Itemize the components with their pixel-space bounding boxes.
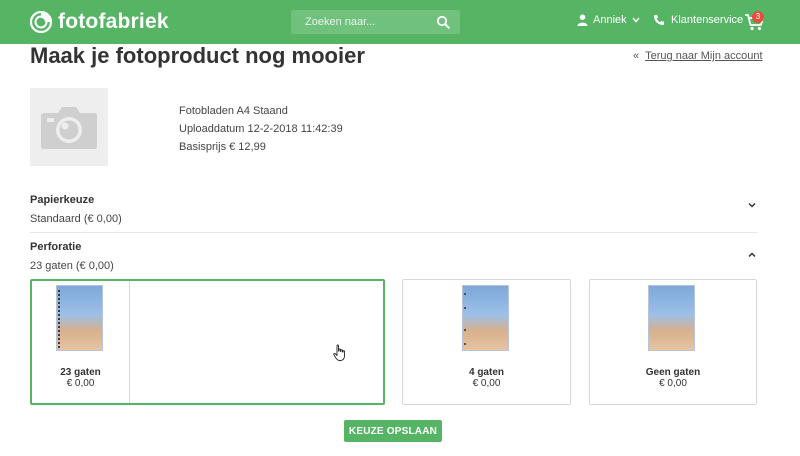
user-icon bbox=[577, 14, 588, 26]
cart-count-badge: 3 bbox=[752, 11, 764, 23]
photo-preview bbox=[648, 285, 695, 351]
perforation-section-title: Perforatie bbox=[30, 241, 82, 253]
back-navigation: « Terug naar Mijn account bbox=[633, 50, 763, 62]
option-name: 23 gaten bbox=[60, 367, 101, 378]
perforation-section[interactable]: Perforatie 23 gaten (€ 0,00) bbox=[30, 241, 757, 273]
camera-icon bbox=[41, 107, 97, 149]
back-arrow-icon: « bbox=[633, 50, 640, 62]
photo-preview bbox=[462, 285, 509, 351]
chevron-down-icon[interactable] bbox=[747, 200, 757, 210]
paper-section-value: Standaard (€ 0,00) bbox=[30, 213, 122, 225]
user-name: Anniek bbox=[593, 14, 627, 26]
brand-logo[interactable]: fotofabriek bbox=[30, 10, 169, 34]
option-card-23-holes[interactable]: 23 gaten € 0,00 bbox=[30, 279, 385, 405]
option-card-no-holes[interactable]: Geen gaten € 0,00 bbox=[589, 279, 757, 405]
option-label: 4 gaten € 0,00 bbox=[403, 367, 570, 389]
search-input[interactable] bbox=[305, 10, 435, 34]
search-box bbox=[291, 10, 460, 34]
account-menu[interactable]: Anniek bbox=[577, 14, 640, 26]
option-price: € 0,00 bbox=[472, 378, 501, 389]
top-navbar: fotofabriek Anniek Klantenservice 3 bbox=[0, 0, 800, 44]
paper-section-title: Papierkeuze bbox=[30, 194, 95, 206]
customer-service-link[interactable]: Klantenservice bbox=[653, 14, 743, 26]
page-title: Maak je fotoproduct nog mooier bbox=[30, 43, 365, 68]
photo-preview bbox=[56, 285, 103, 351]
product-name: Fotobladen A4 Staand bbox=[179, 105, 288, 117]
option-card-4-holes[interactable]: 4 gaten € 0,00 bbox=[402, 279, 571, 405]
option-preview-panel: 23 gaten € 0,00 bbox=[32, 281, 130, 403]
service-label: Klantenservice bbox=[671, 14, 744, 26]
chevron-up-icon[interactable] bbox=[747, 250, 757, 260]
back-to-account-link[interactable]: Terug naar Mijn account bbox=[645, 50, 762, 62]
product-details: Fotobladen A4 Staand Uploaddatum 12-2-20… bbox=[179, 102, 343, 156]
upload-date: Uploaddatum 12-2-2018 11:42:39 bbox=[179, 123, 343, 135]
section-divider bbox=[30, 232, 757, 233]
option-name: 4 gaten bbox=[468, 367, 504, 378]
brand-name: fotofabriek bbox=[58, 10, 169, 33]
logo-icon bbox=[30, 11, 52, 33]
perforation-holes bbox=[57, 289, 61, 349]
option-price: € 0,00 bbox=[659, 378, 687, 389]
hand-cursor-icon bbox=[333, 344, 345, 361]
perforation-holes bbox=[464, 293, 466, 345]
option-label: Geen gaten € 0,00 bbox=[590, 367, 756, 389]
paper-section[interactable]: Papierkeuze Standaard (€ 0,00) bbox=[30, 194, 757, 226]
search-icon[interactable] bbox=[436, 15, 450, 29]
option-price: € 0,00 bbox=[66, 378, 95, 389]
product-thumbnail bbox=[30, 88, 108, 166]
option-name: Geen gaten bbox=[645, 367, 701, 378]
base-price: Basisprijs € 12,99 bbox=[179, 141, 266, 153]
save-choice-button[interactable]: KEUZE OPSLAAN bbox=[344, 420, 442, 442]
chevron-down-icon bbox=[632, 17, 640, 23]
phone-icon bbox=[654, 15, 664, 25]
perforation-section-value: 23 gaten (€ 0,00) bbox=[30, 260, 114, 272]
option-label: 23 gaten € 0,00 bbox=[32, 367, 129, 389]
